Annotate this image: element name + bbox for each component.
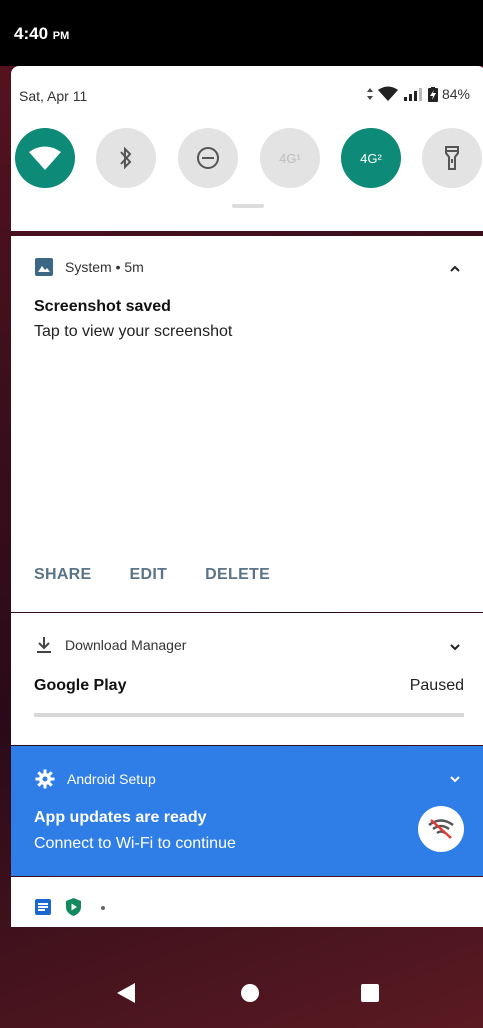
notification-title: App updates are ready <box>34 809 207 826</box>
data-arrows-icon <box>366 88 373 100</box>
home-button[interactable] <box>225 958 275 1028</box>
clock-ampm: PM <box>52 30 70 42</box>
wifi-signal-icon <box>377 86 398 101</box>
home-icon <box>241 984 259 1002</box>
screenshot-notification[interactable]: System • 5m Screenshot saved Tap to view… <box>11 236 483 612</box>
notification-app-name: System <box>65 259 112 275</box>
drag-handle[interactable] <box>232 204 264 208</box>
notification-text: Tap to view your screenshot <box>34 323 233 340</box>
notification-title: Screenshot saved <box>34 298 171 315</box>
4g-sim1-label: 4G¹ <box>279 150 301 166</box>
wifi-off-button[interactable] <box>418 806 464 852</box>
download-icon <box>37 637 51 653</box>
notification-header: System • 5m <box>35 258 144 276</box>
do-not-disturb-icon <box>197 147 219 169</box>
recents-icon <box>361 984 379 1002</box>
clock-time: 4:40 <box>14 24 49 43</box>
do-not-disturb-tile[interactable] <box>178 128 238 188</box>
image-icon <box>35 258 53 276</box>
recents-button[interactable] <box>345 958 395 1028</box>
setup-notification[interactable]: Android Setup App updates are ready Conn… <box>11 746 483 876</box>
download-notification[interactable]: Download Manager Google Play Paused <box>11 613 483 745</box>
notification-overflow-shelf[interactable] <box>11 877 483 927</box>
notification-title: Google Play <box>34 677 127 694</box>
notification-app-name: Android Setup <box>67 771 156 787</box>
download-status: Paused <box>409 677 464 694</box>
play-protect-icon <box>66 898 81 916</box>
notification-header: Download Manager <box>35 636 186 654</box>
wifi-icon <box>29 146 61 170</box>
cell-signal-icon <box>403 88 422 101</box>
4g-sim2-tile[interactable]: 4G² <box>341 128 401 188</box>
bluetooth-tile[interactable] <box>96 128 156 188</box>
wifi-off-icon <box>428 819 454 839</box>
flashlight-icon <box>445 146 459 170</box>
bluetooth-icon <box>120 146 132 170</box>
battery-charging-icon <box>427 86 438 102</box>
battery-percent: 84% <box>441 86 470 102</box>
status-bar: 4:40 PM <box>0 0 483 66</box>
chevron-down-icon[interactable] <box>450 776 460 783</box>
edit-button[interactable]: EDIT <box>130 566 168 584</box>
messages-icon <box>35 899 51 915</box>
gear-icon <box>35 769 55 789</box>
wifi-tile[interactable] <box>15 128 75 188</box>
notification-text: Connect to Wi-Fi to continue <box>34 835 236 852</box>
4g-sim1-tile[interactable]: 4G¹ <box>260 128 320 188</box>
notification-actions: SHARE EDIT DELETE <box>34 566 270 584</box>
chevron-down-icon[interactable] <box>450 644 460 651</box>
notification-app-name: Download Manager <box>65 637 187 653</box>
notification-header: Android Setup <box>35 769 156 789</box>
share-button[interactable]: SHARE <box>34 566 92 584</box>
delete-button[interactable]: DELETE <box>205 566 270 584</box>
status-icons: 84% <box>366 86 470 102</box>
4g-sim2-label: 4G² <box>360 150 382 166</box>
quick-settings-panel: Sat, Apr 11 84% 4G¹ 4G² <box>11 66 483 231</box>
download-progress-bar <box>34 713 464 717</box>
back-button[interactable] <box>101 958 151 1028</box>
back-icon <box>117 983 135 1003</box>
more-dot-icon <box>101 906 105 910</box>
date-label[interactable]: Sat, Apr 11 <box>19 88 87 104</box>
flashlight-tile[interactable] <box>422 128 482 188</box>
navigation-bar <box>0 958 483 1028</box>
notification-time: 5m <box>124 259 144 275</box>
clock: 4:40 PM <box>14 24 69 44</box>
chevron-up-icon[interactable] <box>450 265 460 272</box>
